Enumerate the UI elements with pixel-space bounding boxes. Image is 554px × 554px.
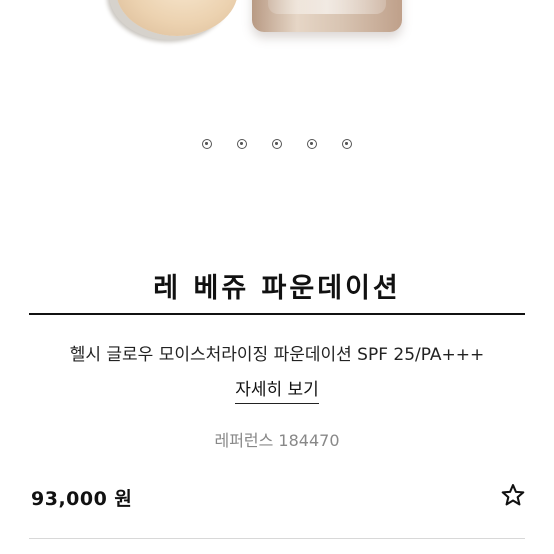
bottom-divider: [29, 538, 525, 539]
carousel-dot-4[interactable]: [307, 139, 317, 149]
carousel-dot-1[interactable]: [202, 139, 212, 149]
star-outline-icon[interactable]: [500, 482, 526, 508]
details-link[interactable]: 자세히 보기: [235, 380, 319, 404]
details-link-row: 자세히 보기: [0, 375, 554, 404]
product-reference: 레퍼런스 184470: [214, 431, 340, 450]
product-title: 레 베쥬 파운데이션: [153, 273, 401, 304]
title-divider: [29, 313, 525, 315]
carousel-dot-5[interactable]: [342, 139, 352, 149]
carousel-indicators: [0, 137, 554, 151]
product-description: 헬시 글로우 모이스처라이징 파운데이션 SPF 25/PA+++: [69, 345, 485, 365]
product-price: 93,000 원: [31, 488, 133, 510]
bottle-highlight: [268, 0, 386, 14]
product-image: [0, 0, 554, 112]
cushion-compact-image: [116, 0, 238, 36]
carousel-dot-2[interactable]: [237, 139, 247, 149]
carousel-dot-3[interactable]: [272, 139, 282, 149]
